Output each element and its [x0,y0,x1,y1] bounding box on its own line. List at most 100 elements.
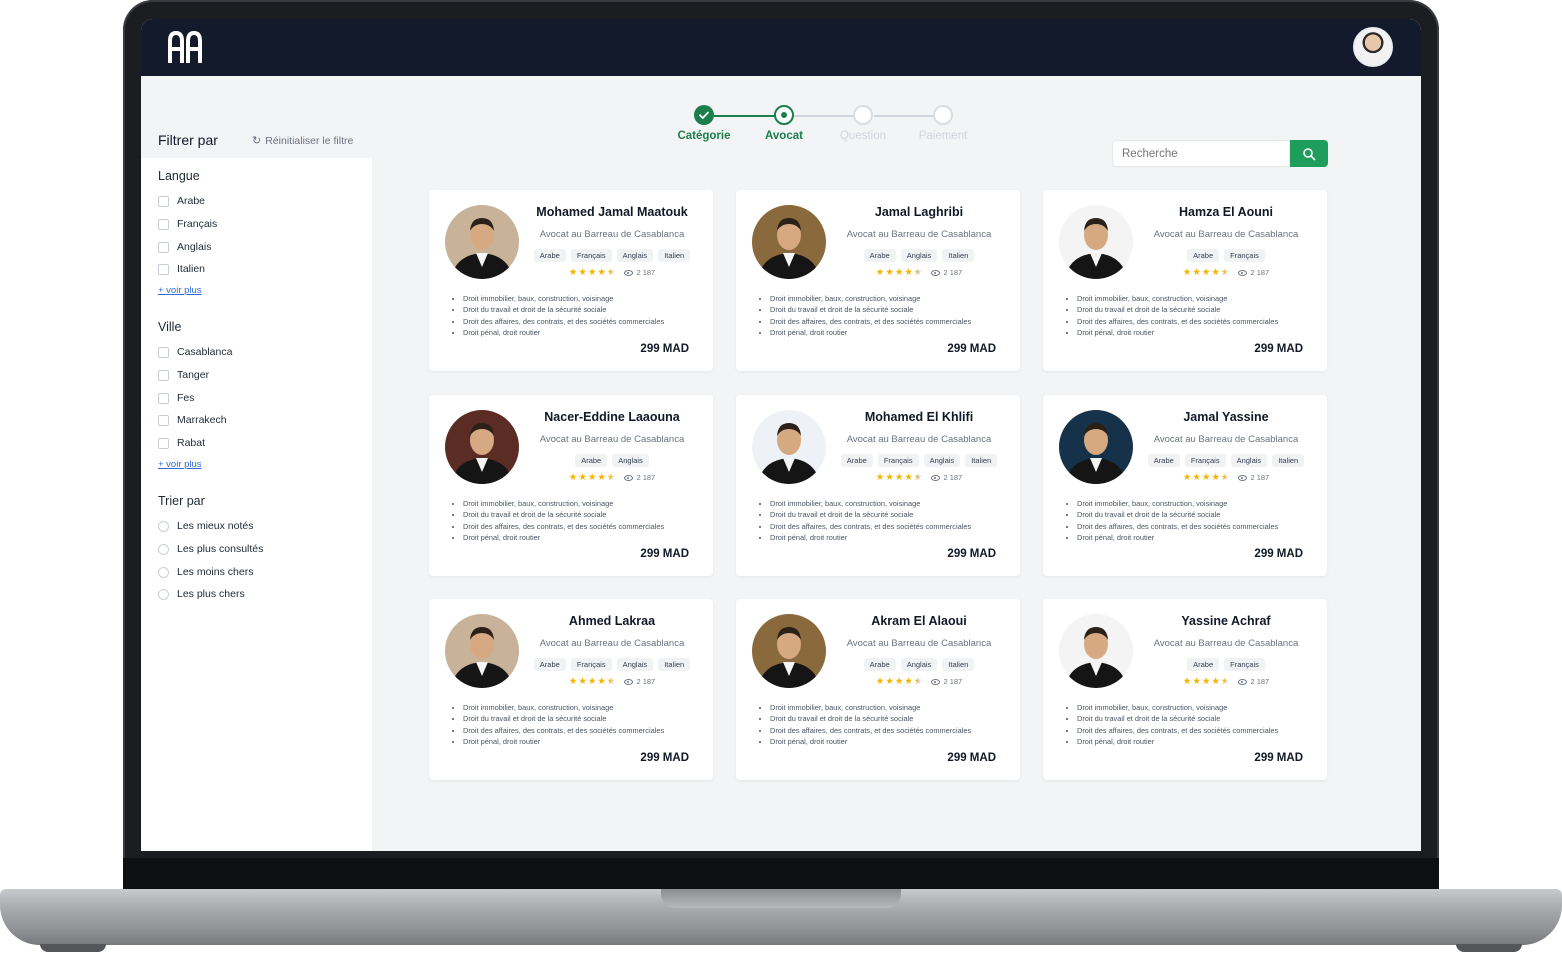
language-tag: Anglais [923,454,961,467]
lawyer-name[interactable]: Ahmed Lakraa [527,614,697,628]
rating-stars: ★ ★ ★ ★ ★ [569,472,616,483]
language-tag: Français [1224,249,1265,262]
step-avocat-circle[interactable] [774,105,794,125]
star-icon: ★ [568,676,578,687]
lawyer-portrait [1065,423,1127,484]
lawyer-title: Avocat au Barreau de Casablanca [846,229,992,240]
checkbox[interactable] [158,346,169,358]
filter-option-rabat[interactable]: Rabat [158,437,205,449]
lawyer-card[interactable]: Yassine Achraf Avocat au Barreau de Casab… [1043,599,1327,780]
filter-option-italien[interactable]: Italien [158,263,205,275]
rating-stars: ★ ★ ★ ★ ★ [1183,267,1230,278]
checkbox[interactable] [158,437,169,449]
radio[interactable] [158,520,169,532]
radio[interactable] [158,588,169,600]
language-tag: Arabe [863,658,896,671]
checkbox[interactable] [158,241,169,253]
filter-option-casablanca[interactable]: Casablanca [158,346,232,358]
sort-option-cheapest[interactable]: Les moins chers [158,566,253,578]
lawyer-card[interactable]: Hamza El Aouni Avocat au Barreau de Casab… [1043,190,1327,371]
specialty-list: Droit immobilier, baux, construction, vo… [455,498,664,544]
eye-icon [931,678,941,685]
specialty-item: Droit pénal, droit routier [770,736,971,747]
language-tag: Français [1184,454,1226,467]
language-tags: Arabe Français Anglais Italien [1139,454,1313,467]
lawyer-photo[interactable] [752,205,826,279]
checkbox[interactable] [158,414,169,426]
checkbox[interactable] [158,369,169,381]
sort-option-best-rated[interactable]: Les mieux notés [158,520,253,532]
language-tag: Français [877,454,919,467]
checkbox[interactable] [158,218,169,230]
lawyer-photo[interactable] [1059,205,1133,279]
eye-icon [1238,474,1248,481]
sort-option-most-expensive[interactable]: Les plus chers [158,588,245,600]
lawyer-photo[interactable] [445,205,519,279]
checkbox[interactable] [158,392,169,404]
see-more-ville-link[interactable]: + voir plus [158,459,202,470]
language-tag: Anglais [1230,454,1268,467]
language-tag: Anglais [612,454,649,467]
lawyer-name[interactable]: Mohamed Jamal Maatouk [527,205,697,219]
filter-option-francais[interactable]: Français [158,218,217,230]
lawyer-card[interactable]: Jamal Yassine Avocat au Barreau de Casabl… [1043,395,1327,576]
language-tag: Français [570,658,612,671]
checkbox[interactable] [158,263,169,275]
option-label: Les plus chers [177,588,245,600]
lawyer-portrait [758,218,820,279]
star-icon: ★ [913,676,923,687]
lawyer-photo[interactable] [752,614,826,688]
language-tags: Arabe Anglais [525,454,699,467]
lawyer-card[interactable]: Mohamed Jamal Maatouk Avocat au Barreau d… [429,190,713,371]
eye-icon [1238,678,1248,685]
lawyer-card[interactable]: Akram El Alaoui Avocat au Barreau de Casa… [736,599,1020,780]
lawyer-photo[interactable] [1059,410,1133,484]
search-input[interactable] [1112,140,1290,167]
lawyer-card[interactable]: Jamal Laghribi Avocat au Barreau de Casab… [736,190,1020,371]
lawyer-photo[interactable] [445,614,519,688]
filter-option-arabe[interactable]: Arabe [158,195,205,207]
sort-option-most-viewed[interactable]: Les plus consultés [158,543,263,555]
filter-option-marrakech[interactable]: Marrakech [158,414,227,426]
filter-section-title-ville: Ville [158,320,182,334]
lawyer-photo[interactable] [445,410,519,484]
lawyer-photo[interactable] [752,410,826,484]
star-icon: ★ [1201,472,1211,483]
views-value: 2 187 [636,473,656,482]
lawyer-card[interactable]: Nacer-Eddine Laaouna Avocat au Barreau de… [429,395,713,576]
top-navbar [141,19,1421,76]
specialty-item: Droit immobilier, baux, construction, vo… [463,498,664,509]
rating-row: ★ ★ ★ ★ ★ 2 187 [525,472,699,483]
language-tag: Français [570,249,612,262]
radio[interactable] [158,566,169,578]
reset-filter-button[interactable]: ↻ Réinitialiser le filtre [252,134,353,148]
views-count: 2 187 [1238,677,1269,686]
radio[interactable] [158,543,169,555]
step-categorie-circle[interactable] [694,105,714,125]
step-label-avocat[interactable]: Avocat [744,130,824,142]
lawyer-name[interactable]: Hamza El Aouni [1141,205,1311,219]
search-button[interactable] [1290,140,1328,167]
views-count: 2 187 [1238,473,1269,482]
user-avatar[interactable] [1353,27,1393,67]
lawyer-card[interactable]: Ahmed Lakraa Avocat au Barreau de Casabla… [429,599,713,780]
lawyer-name[interactable]: Nacer-Eddine Laaouna [527,410,697,424]
star-icon: ★ [597,472,606,483]
checkbox[interactable] [158,195,169,207]
filter-option-anglais[interactable]: Anglais [158,241,211,253]
lawyer-name[interactable]: Yassine Achraf [1141,614,1311,628]
specialty-item: Droit immobilier, baux, construction, vo… [1077,498,1278,509]
specialty-item: Droit des affaires, des contrats, et des… [770,521,971,532]
filter-option-fes[interactable]: Fes [158,392,195,404]
lawyer-title: Avocat au Barreau de Casablanca [1153,638,1299,649]
lawyer-name[interactable]: Akram El Alaoui [834,614,1004,628]
lawyer-name[interactable]: Jamal Laghribi [834,205,1004,219]
lawyer-name[interactable]: Mohamed El Khlifi [834,410,1004,424]
lawyer-card[interactable]: Mohamed El Khlifi Avocat au Barreau de Ca… [736,395,1020,576]
filter-option-tanger[interactable]: Tanger [158,369,209,381]
logo[interactable] [165,27,205,67]
lawyer-name[interactable]: Jamal Yassine [1141,410,1311,424]
lawyer-photo[interactable] [1059,614,1133,688]
see-more-langue-link[interactable]: + voir plus [158,285,202,296]
step-label-categorie[interactable]: Catégorie [664,130,744,142]
